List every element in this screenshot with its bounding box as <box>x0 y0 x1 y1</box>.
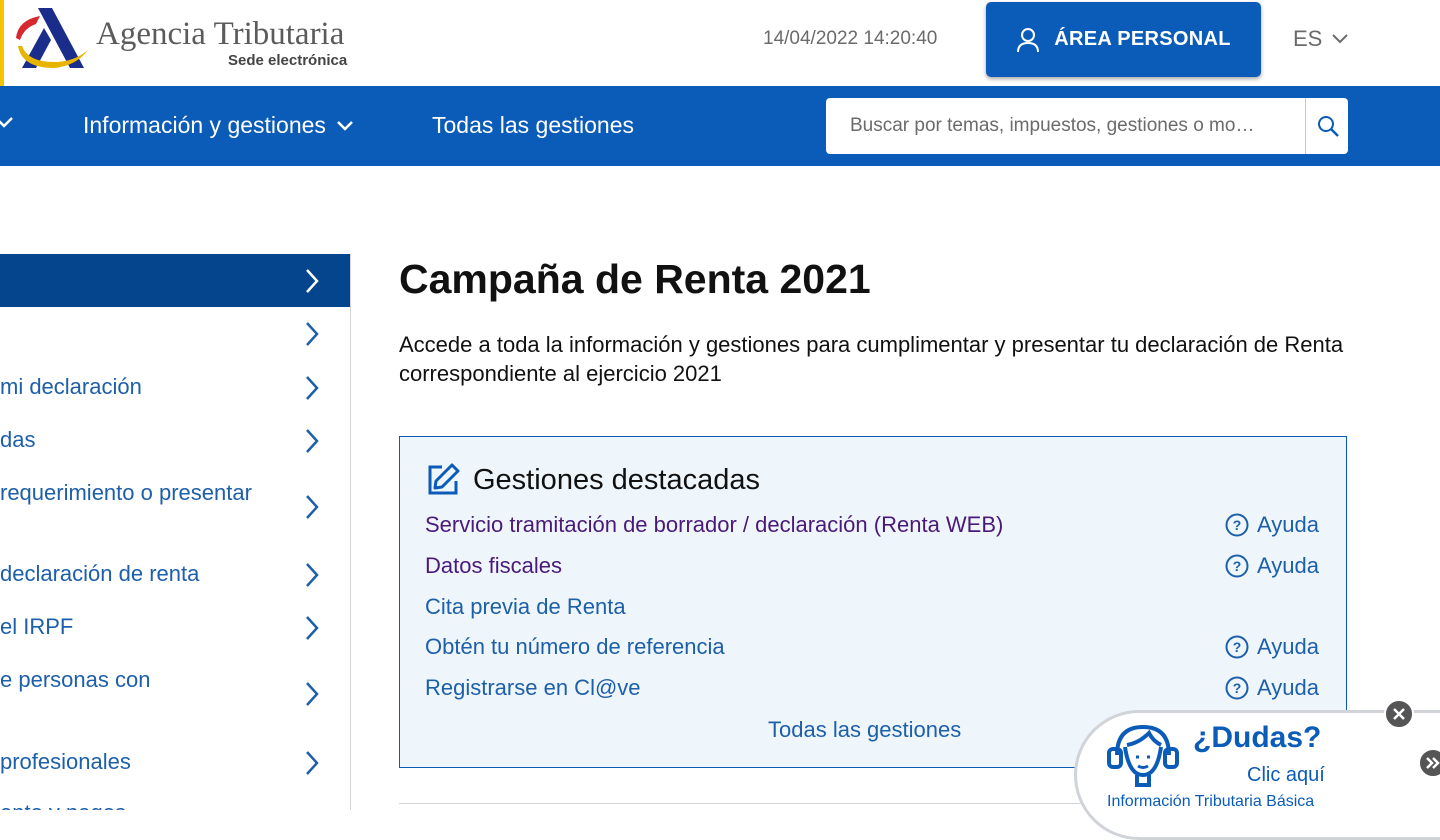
sidebar-item-label: das <box>0 427 36 452</box>
sidebar-item-label: requerimiento o presentar <box>0 480 252 505</box>
sidebar-item[interactable]: e personas con <box>0 665 350 721</box>
chevron-down-icon <box>1332 34 1349 44</box>
chevron-right-icon <box>306 269 319 293</box>
sidebar-item[interactable]: declaración de renta <box>0 559 350 589</box>
chevron-right-icon <box>306 495 319 519</box>
help-label: Ayuda <box>1257 512 1319 537</box>
help-link[interactable]: ? Ayuda <box>1225 675 1319 701</box>
nav-item-todas-gestiones[interactable]: Todas las gestiones <box>432 112 634 139</box>
sidebar-item-label: declaración de renta <box>0 561 200 586</box>
chevron-right-icon <box>306 563 319 587</box>
help-widget-title: ¿Dudas? <box>1193 721 1322 754</box>
sidebar-item-label: e personas con <box>0 667 151 692</box>
chevron-down-icon[interactable] <box>0 116 14 130</box>
sidebar-item[interactable]: das <box>0 425 350 455</box>
svg-text:?: ? <box>1233 680 1242 696</box>
svg-text:?: ? <box>1233 517 1242 533</box>
help-label: Ayuda <box>1257 553 1319 578</box>
chevron-right-icon <box>306 429 319 453</box>
help-circle-icon: ? <box>1225 513 1249 537</box>
gestion-link-datos-fiscales[interactable]: Datos fiscales <box>425 553 562 579</box>
logo-accent-bar <box>0 0 4 86</box>
sidebar-item[interactable]: profesionales <box>0 747 350 777</box>
nav-item-informacion-gestiones[interactable]: Información y gestiones <box>83 112 354 139</box>
sidebar-item-label: ento y pagos <box>0 800 126 810</box>
main-navigation: Información y gestiones Todas las gestio… <box>0 86 1440 166</box>
language-selector[interactable]: ES <box>1293 26 1349 52</box>
chevron-right-icon <box>306 616 319 640</box>
edit-icon <box>428 463 460 495</box>
sidebar-item-label: el IRPF <box>0 614 74 639</box>
svg-text:?: ? <box>1233 558 1242 574</box>
help-widget-footer: Información Tributaria Básica <box>1107 793 1315 810</box>
gestion-link-renta-web[interactable]: Servicio tramitación de borrador / decla… <box>425 512 1003 538</box>
sidebar-item[interactable] <box>0 318 350 348</box>
help-widget-subtitle: Clic aquí <box>1247 764 1325 786</box>
logo-title[interactable]: Agencia Tributaria <box>96 16 344 53</box>
area-personal-label: ÁREA PERSONAL <box>1054 28 1231 50</box>
chevron-right-icon <box>306 751 319 775</box>
language-label: ES <box>1293 26 1323 51</box>
agencia-tributaria-logo-icon[interactable] <box>14 6 90 72</box>
help-link[interactable]: ? Ayuda <box>1225 634 1319 660</box>
help-link[interactable]: ? Ayuda <box>1225 553 1319 579</box>
search-button[interactable] <box>1305 98 1349 154</box>
site-header: Agencia Tributaria Sede electrónica 14/0… <box>0 0 1440 86</box>
gestion-link-numero-referencia[interactable]: Obtén tu número de referencia <box>425 634 725 660</box>
search-icon <box>1317 116 1339 137</box>
help-label: Ayuda <box>1257 634 1319 659</box>
sidebar-item[interactable]: ento y pagos <box>0 798 350 810</box>
logo-subtitle: Sede electrónica <box>228 52 348 69</box>
help-label: Ayuda <box>1257 675 1319 700</box>
chevron-double-right-icon <box>1426 757 1440 769</box>
chevron-right-icon <box>306 682 319 706</box>
sidebar-item-label: profesionales <box>0 749 131 774</box>
sidebar-item-active[interactable] <box>0 254 350 307</box>
support-agent-icon <box>1107 724 1179 787</box>
chevron-right-icon <box>306 376 319 400</box>
search-input[interactable] <box>826 98 1304 154</box>
sidebar-menu: mi declaración das requerimiento o prese… <box>0 254 351 810</box>
dudas-help-widget[interactable]: ¿Dudas? Clic aquí Información Tributaria… <box>1074 710 1440 840</box>
sidebar-item[interactable]: mi declaración <box>0 372 350 402</box>
sidebar-item[interactable]: requerimiento o presentar <box>0 478 350 534</box>
help-circle-icon: ? <box>1225 554 1249 578</box>
gestion-link-cita-previa[interactable]: Cita previa de Renta <box>425 594 626 620</box>
help-link[interactable]: ? Ayuda <box>1225 512 1319 538</box>
todas-gestiones-link[interactable]: Todas las gestiones <box>768 717 961 743</box>
chevron-right-icon <box>306 322 319 346</box>
sidebar-item-label: mi declaración <box>0 374 142 399</box>
search-box <box>826 98 1348 154</box>
help-widget-close-button[interactable] <box>1384 699 1414 729</box>
nav-item-label: Todas las gestiones <box>432 112 635 138</box>
help-circle-icon: ? <box>1225 676 1249 700</box>
area-personal-button[interactable]: ÁREA PERSONAL <box>986 2 1261 77</box>
svg-text:?: ? <box>1233 639 1242 655</box>
gestion-link-clave[interactable]: Registrarse en Cl@ve <box>425 675 641 701</box>
chevron-down-icon <box>337 120 353 131</box>
page-intro: Accede a toda la información y gestiones… <box>399 332 1344 386</box>
page-title: Campaña de Renta 2021 <box>399 256 871 302</box>
current-datetime: 14/04/2022 14:20:40 <box>763 28 938 49</box>
user-icon <box>1017 27 1040 52</box>
help-circle-icon: ? <box>1225 635 1249 659</box>
close-icon <box>1393 708 1405 720</box>
help-widget-expand-button[interactable] <box>1418 748 1440 778</box>
nav-item-label: Información y gestiones <box>83 112 326 138</box>
card-title: Gestiones destacadas <box>473 464 760 496</box>
sidebar-item[interactable]: el IRPF <box>0 612 350 642</box>
